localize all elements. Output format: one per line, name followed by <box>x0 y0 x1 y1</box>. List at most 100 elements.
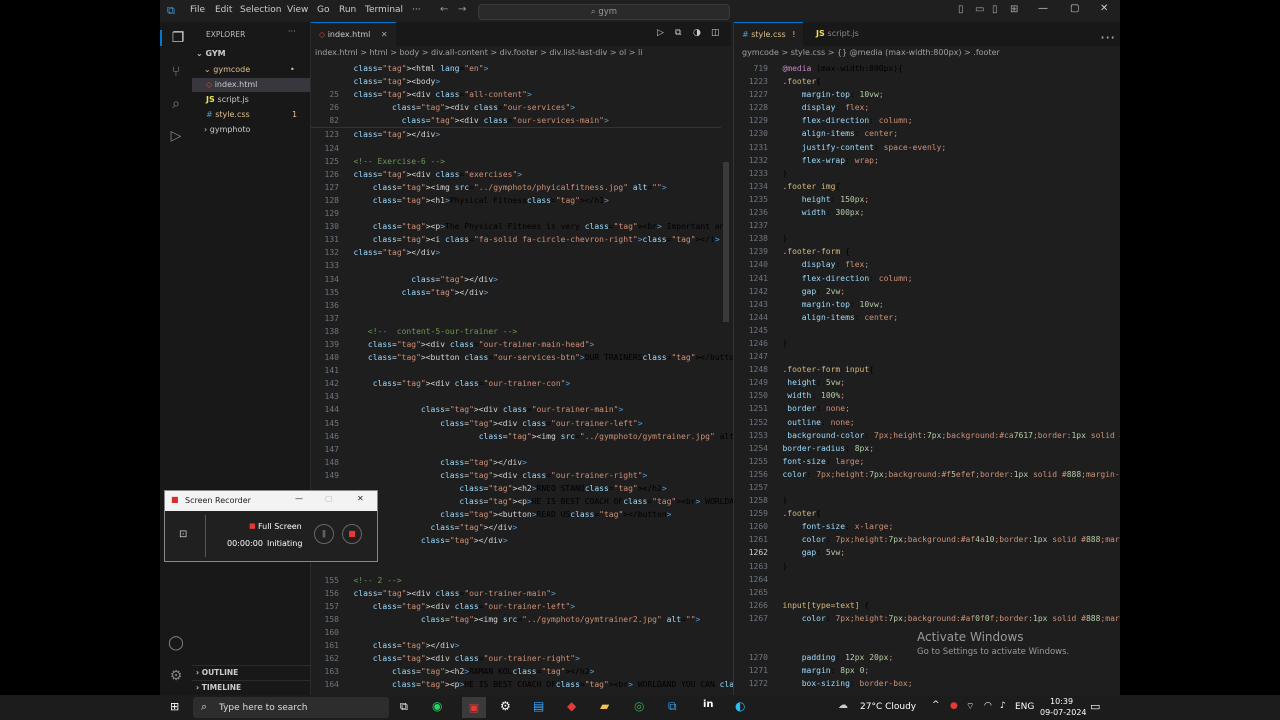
code-line[interactable]: 164 class="tag"><p>HE IS BEST COACH OFcl… <box>311 678 879 691</box>
code-line[interactable]: 1243 margin-top: 10vw; <box>734 298 1114 311</box>
code-line[interactable]: 1252 outline: none; <box>734 416 1114 429</box>
more-actions-icon[interactable]: ··· <box>288 27 296 36</box>
notifications-icon[interactable]: ▭ <box>1090 700 1100 713</box>
language-indicator[interactable]: ENG <box>1015 702 1034 712</box>
folder-icon[interactable]: ⊡ <box>179 529 187 540</box>
code-line[interactable]: 1244 align-items: center; <box>734 311 1114 324</box>
clock-date[interactable]: 09-07-2024 <box>1040 708 1087 717</box>
clock-time[interactable]: 10:39 <box>1050 697 1073 706</box>
code-line[interactable]: 140 class="tag"><button class="our-servi… <box>311 351 744 364</box>
run-debug-icon[interactable]: ▷ <box>160 128 192 144</box>
code-line[interactable]: 155 <!-- 2 --> <box>311 574 721 587</box>
code-line[interactable]: 1236 width: 300px; <box>734 206 1114 219</box>
code-line[interactable]: 135 class="tag"></div> <box>311 286 721 299</box>
code-line[interactable]: 1248 .footer-form input{ <box>734 363 1114 376</box>
code-line[interactable]: 149 class="tag"><div class="our-trainer-… <box>311 469 721 482</box>
code-line[interactable]: 146 class="tag"><img src="../gymphoto/gy… <box>311 430 744 443</box>
code-line[interactable]: 144 class="tag"><div class="our-trainer-… <box>311 403 721 416</box>
code-line[interactable]: 123 class="tag"></div> <box>311 128 721 141</box>
code-line[interactable]: 128 class="tag"><h1>Physical Fitnessclas… <box>311 194 721 207</box>
toggle-panel-icon[interactable]: ▭ <box>975 4 984 15</box>
minimize-icon[interactable]: — <box>1038 3 1048 14</box>
code-line[interactable]: 1223 .footer{ <box>734 75 1114 88</box>
code-line[interactable]: 134 class="tag"></div> <box>311 273 721 286</box>
file-script-js[interactable]: JS script.js <box>192 93 324 107</box>
linkedin-icon[interactable]: in <box>703 699 714 710</box>
code-line[interactable]: 1233 } <box>734 167 1114 180</box>
code-line[interactable]: 127 class="tag"><img src="../gymphoto/ph… <box>311 181 721 194</box>
menu-run[interactable]: Run <box>339 5 356 15</box>
code-line[interactable]: 1249 height: 5vw; <box>734 376 1114 389</box>
code-line[interactable]: 1229 flex-direction: column; <box>734 114 1114 127</box>
menu-terminal[interactable]: Terminal <box>365 5 403 15</box>
code-line[interactable]: 1237 <box>734 219 1114 232</box>
code-line[interactable] <box>311 561 721 574</box>
code-line[interactable]: 125 <!-- Exercise-6 --> <box>311 155 721 168</box>
code-line[interactable]: 1262 gap: 5vw; <box>734 546 1114 559</box>
recorder-maximize-icon[interactable]: ▢ <box>325 494 333 503</box>
code-line[interactable]: 163 class="tag"><h2>RAMAN KOLclass="tag"… <box>311 665 721 678</box>
search-sidebar-icon[interactable]: ⌕ <box>160 96 192 112</box>
forward-arrow-icon[interactable]: → <box>458 4 466 15</box>
code-line[interactable]: 132 class="tag"></div> <box>311 246 721 259</box>
recorder-close-icon[interactable]: ✕ <box>357 494 364 503</box>
code-line[interactable]: 1263 } <box>734 560 1114 573</box>
code-line[interactable]: 1266 input[type=text] { <box>734 599 1114 612</box>
code-line[interactable]: 161 class="tag"></div> <box>311 639 721 652</box>
code-line[interactable]: 1250 width: 100%; <box>734 389 1114 402</box>
vscode-taskbar-icon[interactable]: ⧉ <box>668 699 677 714</box>
code-line[interactable]: 1261 color: 7px;height:7px;background:#a… <box>734 533 1120 546</box>
code-area-right[interactable]: 719 @media (max-width:800px){1223 .foote… <box>734 62 1120 691</box>
task-view-icon[interactable]: ⧉ <box>400 700 408 714</box>
code-line[interactable]: 126 class="tag"><div class="exercises"> <box>311 168 721 181</box>
network-icon[interactable]: ⌔ <box>966 701 974 712</box>
menu-edit[interactable]: Edit <box>215 5 232 15</box>
outline-section[interactable]: › OUTLINE <box>192 665 314 680</box>
code-line[interactable]: 148 class="tag"></div> <box>311 456 721 469</box>
timeline-section[interactable]: › TIMELINE <box>192 680 314 695</box>
code-line[interactable]: 156 class="tag"><div class="our-trainer-… <box>311 587 721 600</box>
code-line[interactable]: 1246 } <box>734 337 1114 350</box>
code-line[interactable]: 138 <!-- content-5-our-trainer --> <box>311 325 721 338</box>
tray-chevron-icon[interactable]: ^ <box>932 700 940 710</box>
command-search[interactable]: ⌕ gym <box>478 4 730 20</box>
code-line[interactable]: 1227 margin-top: 10vw; <box>734 88 1114 101</box>
breadcrumb[interactable]: index.html > html > body > div.all-conte… <box>311 46 735 60</box>
windows-start-icon[interactable]: ⊞ <box>170 700 179 713</box>
code-line[interactable]: 1230 align-items: center; <box>734 127 1114 140</box>
code-line[interactable]: 141 <box>311 364 721 377</box>
volume-icon[interactable]: ♪ <box>1000 701 1006 711</box>
code-line[interactable]: 25 class="tag"><div class="all-content"> <box>311 88 721 101</box>
code-line[interactable]: 1254 border-radius: 8px; <box>734 442 1114 455</box>
taskbar-search[interactable]: ⌕ Type here to search <box>193 697 389 718</box>
close-tab-icon[interactable]: ✕ <box>381 30 388 39</box>
menu-view[interactable]: View <box>287 5 308 15</box>
code-line[interactable]: 1258 } <box>734 494 1114 507</box>
code-line[interactable]: 145 class="tag"><div class="our-trainer-… <box>311 417 721 430</box>
menu-go[interactable]: Go <box>317 5 329 15</box>
stop-button[interactable]: ■ <box>342 524 362 544</box>
compare-icon[interactable]: ⧉ <box>675 28 681 38</box>
edge-icon[interactable]: ◐ <box>735 699 745 713</box>
code-line[interactable]: 142 class="tag"><div class="our-trainer-… <box>311 377 721 390</box>
code-line[interactable]: 1245 <box>734 324 1114 337</box>
code-line[interactable]: 157 class="tag"><div class="our-trainer-… <box>311 600 721 613</box>
code-line[interactable]: 1232 flex-wrap: wrap; <box>734 154 1114 167</box>
toggle-secondary-sidebar-icon[interactable]: ▯ <box>992 4 998 15</box>
code-line[interactable]: 1271 margin: 8px 0; <box>734 664 1114 677</box>
code-line[interactable]: class="tag"><html lang="en"> <box>311 62 721 75</box>
folder-gymphoto[interactable]: › gymphoto <box>192 123 322 137</box>
folder-root-gym[interactable]: ⌄ GYM <box>192 47 314 61</box>
code-line[interactable]: 1240 display: flex; <box>734 258 1114 271</box>
code-line[interactable]: 1272 box-sizing: border-box; <box>734 677 1114 690</box>
whatsapp-icon[interactable]: ◉ <box>432 699 442 713</box>
recorder-mode[interactable]: Full Screen <box>258 522 302 531</box>
explorer-icon[interactable]: ❐ <box>160 30 194 46</box>
screen-recorder-taskbar-icon[interactable]: ▣ <box>462 697 486 718</box>
code-line[interactable]: 1239 .footer-form { <box>734 245 1114 258</box>
code-line[interactable]: 130 class="tag"><p>The Physical Fitnees … <box>311 220 836 233</box>
code-line[interactable]: 1234 .footer img{ <box>734 180 1114 193</box>
code-line[interactable]: 129 <box>311 207 721 220</box>
code-line[interactable]: 26 class="tag"><div class="our-services"… <box>311 101 721 114</box>
customize-layout-icon[interactable]: ⊞ <box>1010 4 1018 15</box>
